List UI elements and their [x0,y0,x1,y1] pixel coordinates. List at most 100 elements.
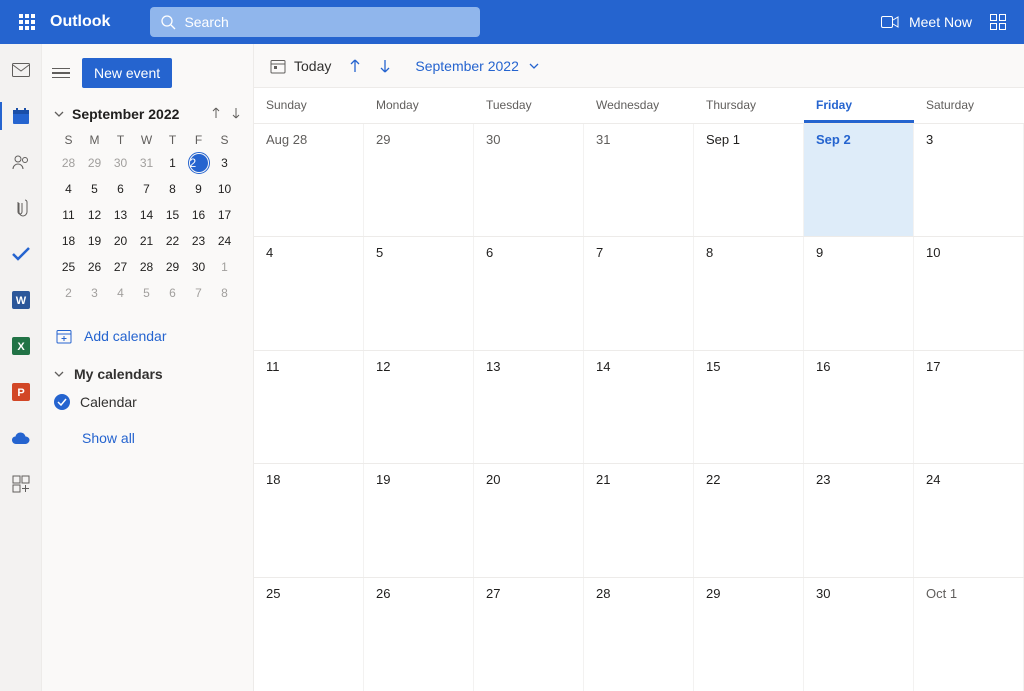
mini-day-cell[interactable]: 9 [186,176,212,202]
mini-next-month[interactable] [231,106,241,122]
meet-now-button[interactable]: Meet Now [881,14,972,30]
day-cell[interactable]: 23 [804,464,914,576]
day-cell[interactable]: Aug 28 [254,124,364,236]
show-all-button[interactable]: Show all [82,430,241,446]
rail-onedrive[interactable] [11,428,31,448]
day-cell[interactable]: Sep 2 [804,124,914,236]
app-launcher-button[interactable] [8,0,46,44]
mini-day-cell[interactable]: 26 [82,254,108,280]
rail-excel[interactable]: X [11,336,31,356]
next-period-button[interactable] [379,59,391,73]
month-picker-button[interactable]: September 2022 [415,58,539,74]
rail-calendar[interactable] [11,106,31,126]
day-cell[interactable]: 27 [474,578,584,691]
mini-prev-month[interactable] [211,106,221,122]
mini-day-cell[interactable]: 3 [212,150,238,176]
day-cell[interactable]: 9 [804,237,914,349]
mini-day-cell[interactable]: 28 [134,254,160,280]
mini-day-cell[interactable]: 10 [212,176,238,202]
day-cell[interactable]: Sep 1 [694,124,804,236]
mini-day-cell[interactable]: 29 [82,150,108,176]
day-cell[interactable]: 12 [364,351,474,463]
rail-mail[interactable] [11,60,31,80]
day-cell[interactable]: 7 [584,237,694,349]
today-button[interactable]: Today [270,58,331,74]
day-cell[interactable]: 13 [474,351,584,463]
mini-day-cell[interactable]: 4 [108,280,134,306]
mini-day-cell[interactable]: 17 [212,202,238,228]
day-cell[interactable]: 25 [254,578,364,691]
mini-day-cell[interactable]: 8 [160,176,186,202]
mini-day-cell[interactable]: 1 [160,150,186,176]
mini-day-cell[interactable]: 2 [56,280,82,306]
mini-day-cell[interactable]: 30 [186,254,212,280]
mini-day-cell[interactable]: 1 [212,254,238,280]
day-cell[interactable]: 20 [474,464,584,576]
mini-day-cell[interactable]: 23 [186,228,212,254]
my-calendars-header[interactable]: My calendars [52,366,241,382]
prev-period-button[interactable] [349,59,361,73]
mini-day-cell[interactable]: 18 [56,228,82,254]
mini-day-cell[interactable]: 28 [56,150,82,176]
mini-day-cell[interactable]: 14 [134,202,160,228]
day-cell[interactable]: 29 [364,124,474,236]
mini-day-cell[interactable]: 29 [160,254,186,280]
day-cell[interactable]: 6 [474,237,584,349]
mini-day-cell[interactable]: 3 [82,280,108,306]
mini-day-cell[interactable]: 6 [108,176,134,202]
mini-day-cell[interactable]: 13 [108,202,134,228]
mini-day-cell[interactable]: 30 [108,150,134,176]
rail-people[interactable] [11,152,31,172]
day-cell[interactable]: 28 [584,578,694,691]
day-cell[interactable]: 14 [584,351,694,463]
mini-day-cell[interactable]: 12 [82,202,108,228]
mini-day-cell[interactable]: 7 [134,176,160,202]
mini-day-cell[interactable]: 4 [56,176,82,202]
day-cell[interactable]: 30 [804,578,914,691]
day-cell[interactable]: 3 [914,124,1024,236]
mini-day-cell[interactable]: 6 [160,280,186,306]
chevron-down-icon[interactable] [54,109,64,119]
day-cell[interactable]: 15 [694,351,804,463]
day-cell[interactable]: 22 [694,464,804,576]
search-box[interactable] [150,7,480,37]
search-input[interactable] [184,14,470,30]
rail-word[interactable]: W [11,290,31,310]
day-cell[interactable]: 31 [584,124,694,236]
qr-icon[interactable] [990,14,1006,30]
new-event-button[interactable]: New event [82,58,172,88]
rail-powerpoint[interactable]: P [11,382,31,402]
calendar-list-item[interactable]: Calendar [54,394,241,410]
mini-day-cell[interactable]: 16 [186,202,212,228]
day-cell[interactable]: 18 [254,464,364,576]
day-cell[interactable]: 21 [584,464,694,576]
rail-files[interactable] [11,198,31,218]
mini-day-cell[interactable]: 8 [212,280,238,306]
mini-day-cell[interactable]: 11 [56,202,82,228]
day-cell[interactable]: 4 [254,237,364,349]
day-cell[interactable]: 8 [694,237,804,349]
mini-day-cell[interactable]: 22 [160,228,186,254]
day-cell[interactable]: 29 [694,578,804,691]
day-cell[interactable]: 17 [914,351,1024,463]
mini-day-cell[interactable]: 15 [160,202,186,228]
add-calendar-button[interactable]: Add calendar [56,328,241,344]
mini-day-cell[interactable]: 5 [134,280,160,306]
mini-day-cell[interactable]: 27 [108,254,134,280]
mini-day-cell[interactable]: 7 [186,280,212,306]
hamburger-button[interactable] [52,68,70,79]
day-cell[interactable]: 11 [254,351,364,463]
day-cell[interactable]: 16 [804,351,914,463]
day-cell[interactable]: 10 [914,237,1024,349]
rail-todo[interactable] [11,244,31,264]
day-cell[interactable]: 19 [364,464,474,576]
rail-more-apps[interactable] [11,474,31,494]
mini-day-cell[interactable]: 21 [134,228,160,254]
mini-day-cell[interactable]: 5 [82,176,108,202]
mini-day-cell[interactable]: 2 [190,154,208,172]
mini-day-cell[interactable]: 24 [212,228,238,254]
day-cell[interactable]: Oct 1 [914,578,1024,691]
mini-day-cell[interactable]: 31 [134,150,160,176]
mini-day-cell[interactable]: 20 [108,228,134,254]
day-cell[interactable]: 24 [914,464,1024,576]
